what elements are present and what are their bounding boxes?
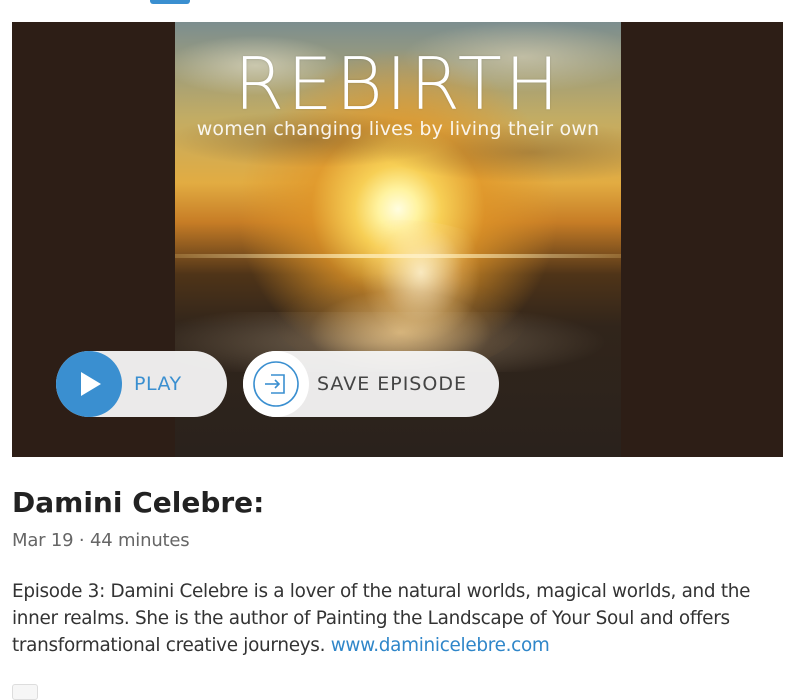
episode-description: Episode 3: Damini Celebre is a lover of … <box>12 578 782 659</box>
save-episode-icon[interactable] <box>243 351 309 417</box>
cover-subtitle: women changing lives by living their own <box>196 118 600 140</box>
save-episode-button[interactable]: SAVE EPISODE <box>243 351 499 417</box>
episode-title: Damini Celebre: <box>12 486 265 519</box>
episode-meta: Mar 19 · 44 minutes <box>12 530 190 551</box>
partial-control <box>12 684 38 700</box>
header-accent-fragment <box>150 0 190 4</box>
play-icon[interactable] <box>56 351 122 417</box>
play-button[interactable]: PLAY <box>56 351 227 417</box>
episode-website-link[interactable]: www.daminicelebre.com <box>331 635 550 656</box>
cover-wave <box>270 220 530 370</box>
save-episode-label: SAVE EPISODE <box>317 373 467 395</box>
cover-title: REBIRTH <box>234 42 562 126</box>
episode-player: REBIRTH women changing lives by living t… <box>12 22 783 457</box>
play-label: PLAY <box>134 373 182 395</box>
